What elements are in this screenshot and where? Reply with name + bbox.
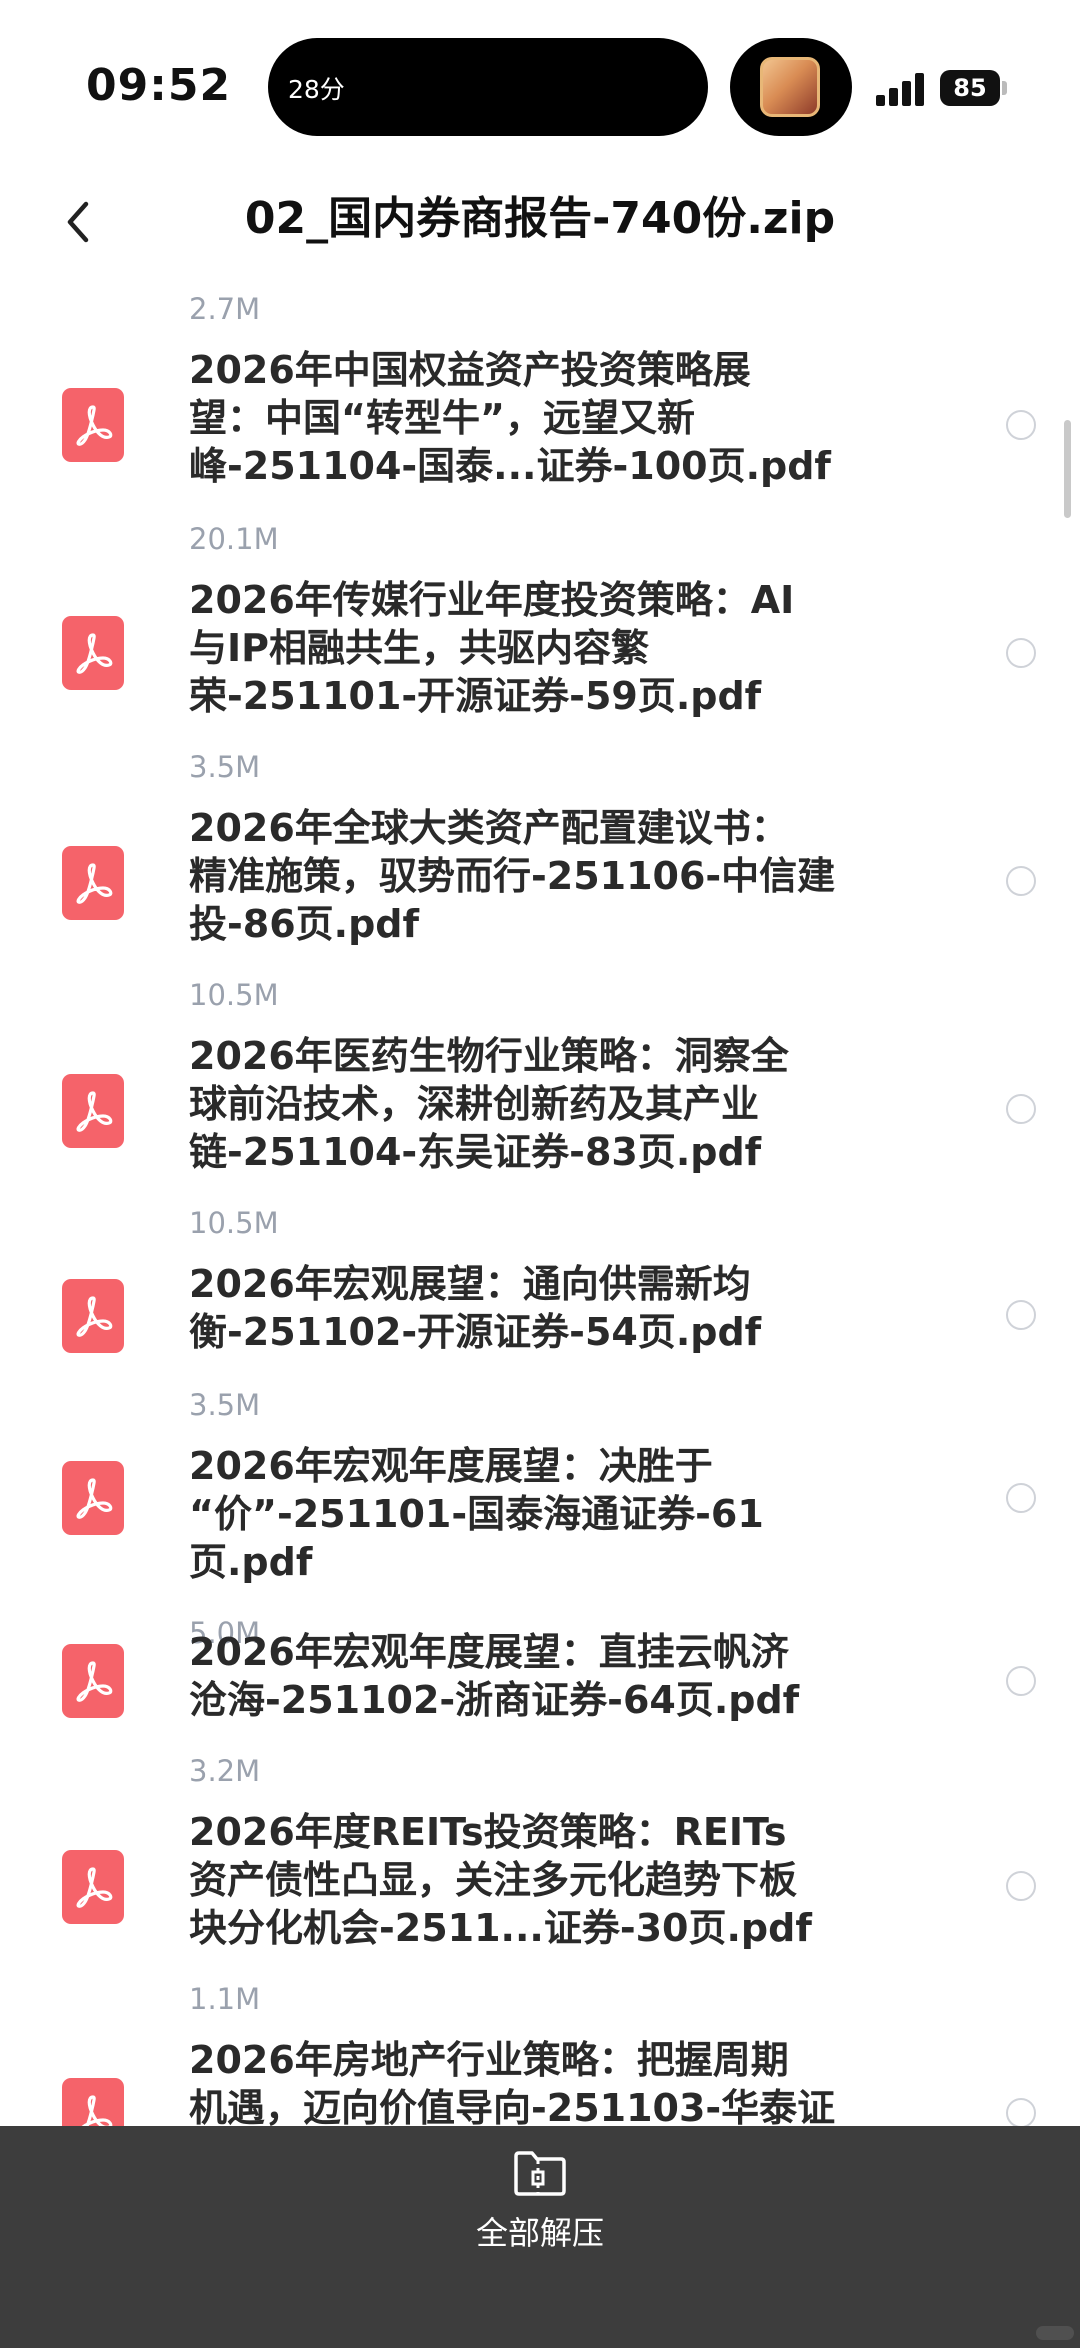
file-name: 2026年中国权益资产投资策略展 望：中国“转型牛”，远望又新 峰-251104… (189, 348, 831, 488)
select-radio[interactable] (1006, 1300, 1036, 1330)
select-radio[interactable] (1006, 1871, 1036, 1901)
pdf-file-icon (62, 1850, 124, 1924)
nav-bar: 02_国内券商报告-740份.zip (0, 170, 1080, 280)
file-name: 2026年宏观年度展望：决胜于 “价”-251101-国泰海通证券-61 页.p… (189, 1444, 764, 1584)
island-timer-text: 28分 (288, 75, 345, 104)
pdf-file-icon (62, 846, 124, 920)
select-radio[interactable] (1006, 410, 1036, 440)
file-name: 2026年医药生物行业策略：洞察全 球前沿技术，深耕创新药及其产业 链-2511… (189, 1034, 789, 1174)
scrollbar[interactable] (1064, 420, 1071, 518)
pdf-file-icon (62, 388, 124, 462)
file-name: 2026年宏观展望：通向供需新均 衡-251102-开源证券-54页.pdf (189, 1262, 762, 1354)
file-name: 2026年房地产行业策略：把握周期 机遇，迈向价值导向-251103-华泰证 (189, 2038, 836, 2126)
pdf-file-icon (62, 1461, 124, 1535)
page-title: 02_国内券商报告-740份.zip (244, 193, 836, 244)
file-size: 3.5M (189, 1388, 261, 1422)
select-radio[interactable] (1006, 638, 1036, 668)
file-size: 10.5M (189, 978, 279, 1012)
select-radio[interactable] (1006, 2098, 1036, 2126)
pdf-file-icon (62, 1644, 124, 1718)
file-size: 1.1M (189, 1982, 261, 2016)
pdf-file-icon (62, 616, 124, 690)
pdf-file-icon (62, 1279, 124, 1353)
file-size: 3.5M (189, 750, 261, 784)
select-radio[interactable] (1006, 1094, 1036, 1124)
pdf-file-icon (62, 1074, 124, 1148)
file-list[interactable]: 2.7M 2026年中国权益资产投资策略展 望：中国“转型牛”，远望又新 峰-2… (0, 280, 1080, 2126)
pdf-file-icon (62, 2078, 124, 2126)
file-name: 2026年全球大类资产配置建议书： 精准施策，驭势而行-251106-中信建 投… (189, 806, 836, 946)
cellular-signal-icon (876, 72, 926, 106)
home-indicator (1036, 2326, 1074, 2340)
unzip-all-button[interactable]: 全部解压 (390, 2126, 690, 2266)
bottom-action-bar: 全部解压 (0, 2126, 1080, 2348)
file-size: 10.5M (189, 1206, 279, 1240)
file-size: 3.2M (189, 1754, 261, 1788)
file-size: 20.1M (189, 522, 279, 556)
select-radio[interactable] (1006, 1483, 1036, 1513)
unzip-all-label: 全部解压 (475, 2214, 604, 2252)
back-button[interactable] (56, 190, 100, 254)
battery-nub (1002, 81, 1007, 95)
activity-avatar-icon (760, 57, 820, 117)
zip-folder-icon (514, 2151, 566, 2196)
file-name: 2026年传媒行业年度投资策略：AI 与IP相融共生，共驱内容繁 荣-25110… (189, 578, 795, 718)
status-time: 09:52 (86, 60, 232, 111)
file-size: 2.7M (189, 292, 261, 326)
battery-icon: 85 (940, 70, 1000, 106)
file-name: 2026年度REITs投资策略：REITs 资产债性凸显，关注多元化趋势下板 块… (189, 1810, 812, 1950)
select-radio[interactable] (1006, 1666, 1036, 1696)
chevron-left-icon (67, 201, 89, 243)
select-radio[interactable] (1006, 866, 1036, 896)
status-bar: 09:52 28分 85 (0, 0, 1080, 170)
file-name: 2026年宏观年度展望：直挂云帆济 沧海-251102-浙商证券-64页.pdf (189, 1630, 800, 1722)
